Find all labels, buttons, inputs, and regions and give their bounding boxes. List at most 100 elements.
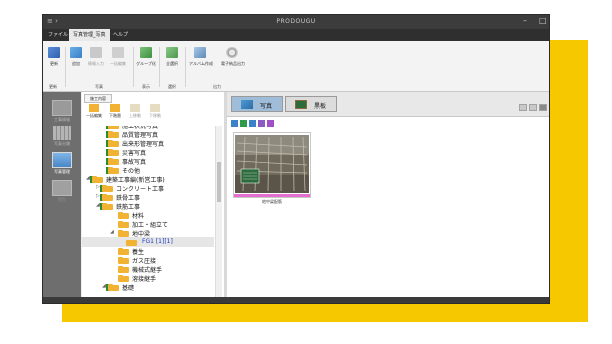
group-button[interactable]: グループ化 [135,47,157,67]
menu-bar: ファイル 写真管理_写真 ヘルプ [43,29,549,41]
move-up-icon [130,104,140,112]
album-icon [194,47,206,58]
batch-edit-icon [112,47,124,58]
menu-photo-management[interactable]: 写真管理_写真 [69,29,110,41]
view-medium-icons-button[interactable] [529,104,537,111]
photo-pane: 写真 黒板 地中梁配筋 [227,92,549,297]
tree-pane: 施工内容 一括編集 下階層 上移動 下移動 施工状況写真 品質管理写真 出来形管理写… [82,92,225,297]
minimize-button[interactable]: – [523,16,527,25]
folder-icon [118,248,129,255]
ribbon-separator [159,47,160,87]
tree-batch-edit-button[interactable]: 一括編集 [84,104,104,119]
tree-node-label: 基礎 [122,285,135,292]
group-label-display: 表示 [142,84,150,89]
nav-item-construction-info[interactable]: 工事情報 [46,100,78,123]
view-large-icons-button[interactable] [519,104,527,111]
select-all-button[interactable]: 全選択 [161,47,183,67]
photos-icon [52,152,72,168]
view-list-button[interactable] [539,104,547,111]
tree-scrollbar[interactable] [215,126,222,297]
refresh-icon [48,47,60,58]
left-navigation: 工事情報 写真分類 写真管理 閲覧 [43,92,81,297]
folder-icon [106,167,119,174]
photo-thumbnail[interactable] [233,132,311,198]
move-down-button[interactable]: 下移動 [145,104,165,119]
window-title: PRODOUGU [276,18,316,25]
update-label: 更新 [50,61,58,66]
folder-icon [118,230,129,237]
album-button[interactable]: アルバム作成 [189,47,213,67]
folder-icon [106,284,119,291]
purple-tool-icon[interactable] [267,120,274,127]
folder-icon [118,266,129,273]
scrollbar-thumb[interactable] [217,162,221,202]
select-all-icon [166,47,178,58]
move-down-icon [150,104,160,112]
photo-icon [241,100,253,109]
update-button[interactable]: 更新 [43,47,65,67]
application-window: ≡ › PRODOUGU – □ ファイル 写真管理_写真 ヘルプ 更新 追加 … [42,14,550,304]
folder-icon [106,149,119,156]
photo-caption: 地中梁配筋 [262,199,282,204]
info-input-button[interactable]: 情報入力 [85,47,107,67]
e-delivery-button[interactable]: 電子納品出力 [221,47,245,67]
tree-toolbar-label: 上移動 [129,113,141,118]
nav-label: 写真管理 [54,169,70,174]
info-input-icon [90,47,102,58]
add-label: 追加 [72,61,80,66]
maximize-button[interactable]: □ [539,16,547,25]
status-bar [43,297,549,303]
menu-help[interactable]: ヘルプ [113,31,128,38]
nav-label: 工事情報 [54,117,70,122]
ribbon: 更新 追加 情報入力 一括編集 グループ化 全選択 アルバム作成 電子納品出力 … [43,41,549,92]
tree-subfolder-button[interactable]: 下階層 [105,104,125,119]
info-input-label: 情報入力 [88,61,104,66]
group-label-update: 更新 [49,84,57,89]
move-up-button[interactable]: 上移動 [125,104,145,119]
tab-photo[interactable]: 写真 [231,96,283,112]
group-icon [140,47,152,58]
tree-toolbar-label: 下階層 [109,113,121,118]
disc-icon [226,47,238,58]
folder-icon [89,104,99,112]
blue-tool-icon[interactable] [231,120,238,127]
nav-item-photo-management[interactable]: 写真管理 [46,152,78,175]
batch-edit-label: 一括編集 [110,61,126,66]
folder-icon [106,131,119,138]
tree-node-label: FG1 [1][1] [142,238,173,245]
add-button[interactable]: 追加 [65,47,87,67]
select-all-label: 全選択 [166,61,178,66]
title-bar: ≡ › PRODOUGU – □ [43,15,549,29]
tab-label: 黒板 [314,103,327,110]
tab-construction-content[interactable]: 施工内容 [84,94,112,103]
green-tool-icon[interactable] [240,120,247,127]
folder-icon [118,221,129,228]
group-label-select: 選択 [168,84,176,89]
expander-icon[interactable]: ◢ [110,229,114,235]
selection-bar [234,194,310,197]
nav-item-photo-category[interactable]: 写真分類 [46,126,78,147]
folder-icon [126,239,137,246]
album-label: アルバム作成 [189,61,213,66]
photo-tabs: 写真 黒板 [227,92,549,117]
blue-tool-icon[interactable] [249,120,256,127]
group-label-photo: 写真 [95,84,103,89]
category-tree: 施工状況写真 品質管理写真 出来形管理写真 災害写真 事故写真 その他 ◢ 建築工事編(新営工… [82,126,214,297]
purple-tool-icon[interactable] [258,120,265,127]
e-delivery-label: 電子納品出力 [221,61,245,66]
folder-icon [100,185,113,192]
folder-icon [118,257,129,264]
tab-blackboard[interactable]: 黒板 [285,96,337,112]
folder-icon [106,158,119,165]
nav-item-browse[interactable]: 閲覧 [46,180,78,203]
group-label: グループ化 [136,61,156,66]
rebar-photo-image [235,135,309,193]
blackboard-icon [295,100,307,109]
add-photo-icon [70,47,82,58]
folder-icon [106,140,119,147]
menu-file[interactable]: ファイル [48,31,68,38]
tree-toolbar-label: 下移動 [149,113,161,118]
tree-node[interactable]: ◢ 基礎 [82,282,214,292]
batch-edit-button[interactable]: 一括編集 [107,47,129,67]
folder-icon [90,176,103,183]
